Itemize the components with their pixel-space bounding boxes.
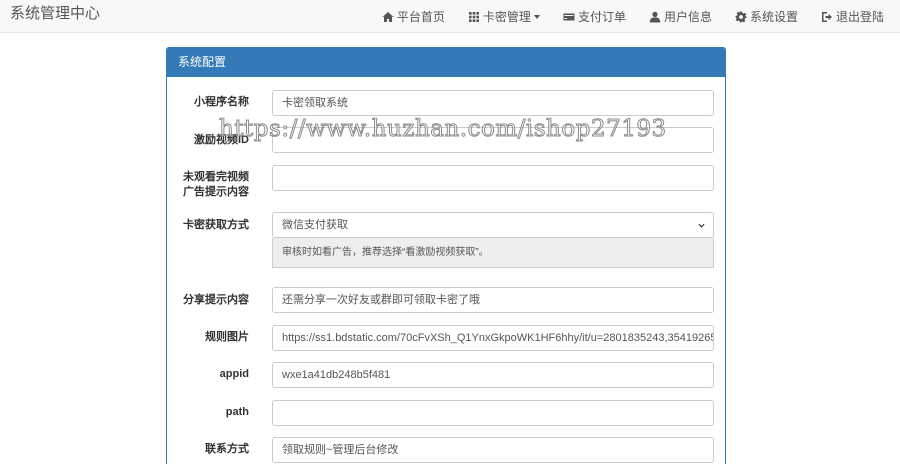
rule-image-label: 规则图片 (205, 331, 249, 343)
app-title[interactable]: 系统管理中心 (10, 5, 100, 23)
grid-icon (468, 11, 479, 22)
app-name-input[interactable]: 卡密领取系统 (272, 90, 714, 116)
user-icon (649, 11, 661, 22)
appid-input[interactable]: wxe1a41db248b5f481 (272, 362, 714, 388)
nav-item-user-info[interactable]: 用户信息 (649, 8, 712, 25)
main-nav: 平台首页 卡密管理 支付订单 用户信息 系统设置 退出登陆 (382, 0, 900, 33)
credit-card-icon (563, 13, 575, 20)
nav-item-label: 支付订单 (577, 10, 626, 24)
panel-title: 系统配置 (167, 48, 725, 77)
home-icon (382, 11, 394, 22)
nav-item-logout[interactable]: 退出登陆 (821, 8, 884, 25)
top-navbar: 系统管理中心 平台首页 卡密管理 支付订单 用户信息 系统设置 退出登陆 (0, 0, 900, 33)
reward-video-id-input[interactable] (272, 127, 714, 153)
share-tip-input[interactable]: 还需分享一次好友或群即可领取卡密了哦 (272, 287, 714, 313)
system-config-panel: 系统配置 小程序名称 卡密领取系统 激励视频ID 未观看完视频 广告提示内容 卡… (166, 47, 726, 464)
card-method-help: 审核时如看广告，推荐选择“看激励视频获取”。 (272, 238, 714, 268)
logout-icon (821, 11, 832, 22)
nav-item-label: 用户信息 (663, 10, 712, 24)
chevron-down-icon (698, 223, 705, 228)
rule-image-input[interactable]: https://ss1.bdstatic.com/70cFvXSh_Q1YnxG… (272, 325, 714, 351)
ad-tip-label-line1: 未观看完视频 (183, 171, 249, 183)
nav-item-label: 平台首页 (396, 10, 445, 24)
card-method-select[interactable]: 微信支付获取 (272, 212, 714, 238)
card-method-label: 卡密获取方式 (183, 219, 249, 231)
path-input[interactable] (272, 400, 714, 426)
card-method-selected: 微信支付获取 (282, 219, 348, 231)
gear-icon (735, 11, 747, 22)
ad-tip-label: 未观看完视频 广告提示内容 (167, 170, 249, 200)
contact-input[interactable]: 领取规则~管理后台修改 (272, 437, 714, 463)
nav-item-label: 卡密管理 (482, 10, 531, 24)
reward-video-id-label: 激励视频ID (194, 134, 249, 146)
path-label: path (225, 406, 249, 418)
share-tip-label: 分享提示内容 (183, 294, 249, 306)
caret-down-icon (533, 14, 540, 19)
appid-label: appid (219, 368, 249, 380)
app-name-label: 小程序名称 (194, 96, 249, 108)
ad-tip-input[interactable] (272, 165, 714, 191)
ad-tip-label-line2: 广告提示内容 (183, 186, 249, 198)
nav-item-payment-orders[interactable]: 支付订单 (563, 8, 626, 25)
nav-item-home[interactable]: 平台首页 (382, 8, 445, 25)
nav-item-card-management[interactable]: 卡密管理 (468, 8, 540, 25)
nav-item-system-settings[interactable]: 系统设置 (735, 8, 798, 25)
contact-label: 联系方式 (205, 443, 249, 455)
nav-item-label: 退出登陆 (835, 10, 884, 24)
nav-item-label: 系统设置 (749, 10, 798, 24)
